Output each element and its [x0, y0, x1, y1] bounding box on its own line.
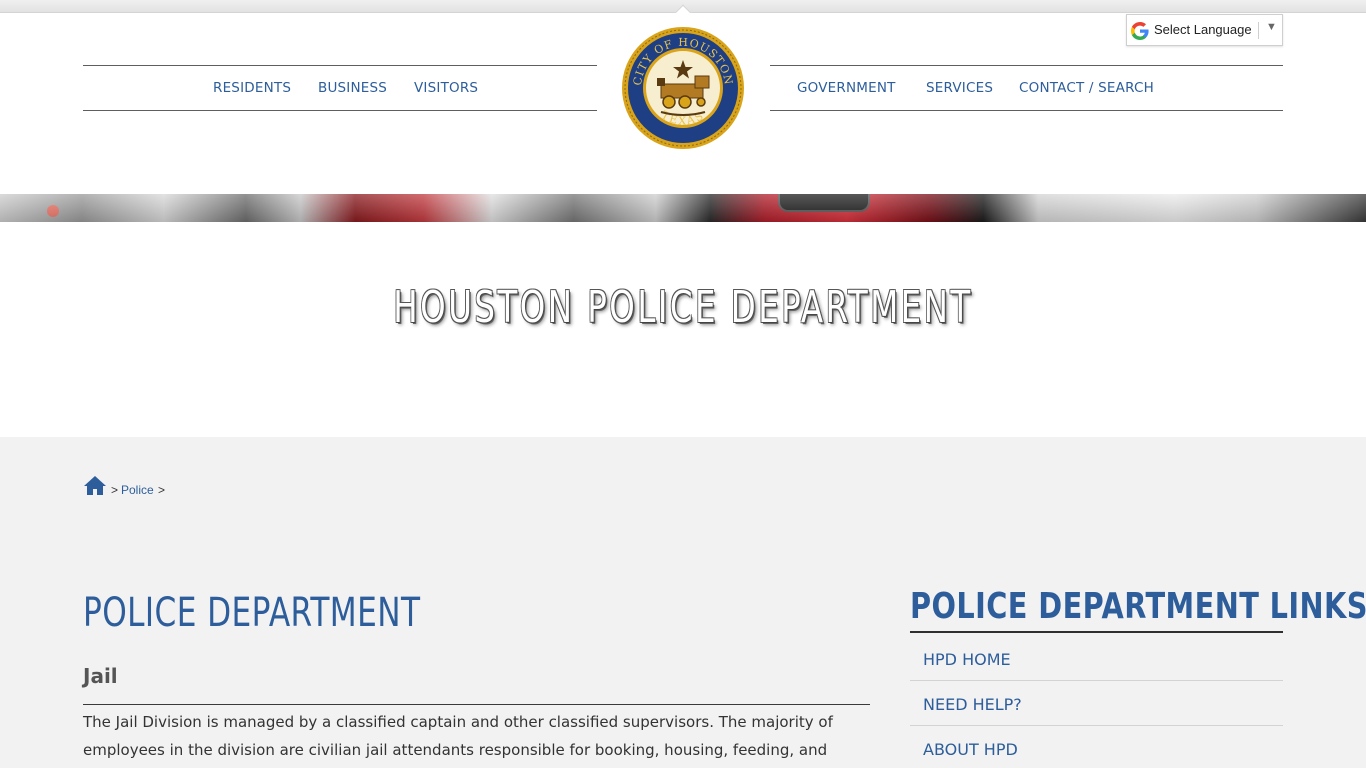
sidebar-item-label: ABOUT HPD — [923, 740, 1018, 759]
content-divider — [83, 704, 870, 705]
select-language-label: Select Language — [1154, 22, 1252, 37]
nav-business[interactable]: BUSINESS — [318, 80, 387, 96]
city-seal-logo[interactable]: CITY OF HOUSTON TEXAS — [621, 26, 745, 150]
breadcrumb-separator: > — [111, 483, 119, 497]
nav-left: RESIDENTS BUSINESS VISITORS — [83, 65, 597, 111]
sidebar-item-need-help[interactable]: NEED HELP? — [910, 681, 1283, 726]
nav-residents[interactable]: RESIDENTS — [213, 80, 291, 96]
nav-services[interactable]: SERVICES — [926, 80, 993, 96]
chevron-down-icon: ▼ — [1266, 21, 1277, 33]
sidebar-item-label: NEED HELP? — [923, 695, 1022, 714]
nav-visitors[interactable]: VISITORS — [414, 80, 478, 96]
hero-glare — [0, 194, 1366, 222]
body-paragraph: The Jail Division is managed by a classi… — [83, 713, 833, 759]
banner-title: HOUSTON POLICE DEPARTMENT — [393, 282, 973, 333]
breadcrumb-police-link[interactable]: Police — [121, 483, 154, 497]
page-banner: HOUSTON POLICE DEPARTMENT — [0, 222, 1366, 437]
home-icon[interactable] — [83, 475, 107, 496]
select-language-dropdown[interactable]: Select Language ▼ — [1126, 14, 1283, 46]
page-subtitle: Jail — [83, 664, 118, 688]
sidebar-links: HPD HOME NEED HELP? ABOUT HPD — [910, 636, 1283, 768]
hero-image-strip — [0, 194, 1366, 222]
page-title: POLICE DEPARTMENT — [83, 590, 421, 636]
sidebar-item-about-hpd[interactable]: ABOUT HPD — [910, 726, 1283, 768]
nav-contact-search[interactable]: CONTACT / SEARCH — [1019, 80, 1154, 96]
nav-government[interactable]: GOVERNMENT — [797, 80, 896, 96]
sidebar-item-label: HPD HOME — [923, 650, 1011, 669]
site-header: RESIDENTS BUSINESS VISITORS CITY OF HOUS… — [0, 13, 1366, 194]
nav-right: GOVERNMENT SERVICES CONTACT / SEARCH — [770, 65, 1283, 111]
google-g-icon — [1131, 22, 1149, 40]
top-strip — [0, 0, 1366, 22]
language-separator — [1258, 22, 1259, 39]
sidebar-item-hpd-home[interactable]: HPD HOME — [910, 636, 1283, 681]
sidebar-divider — [910, 631, 1283, 633]
breadcrumb-separator: > — [158, 483, 166, 497]
sidebar-title: POLICE DEPARTMENT LINKS — [910, 586, 1366, 627]
